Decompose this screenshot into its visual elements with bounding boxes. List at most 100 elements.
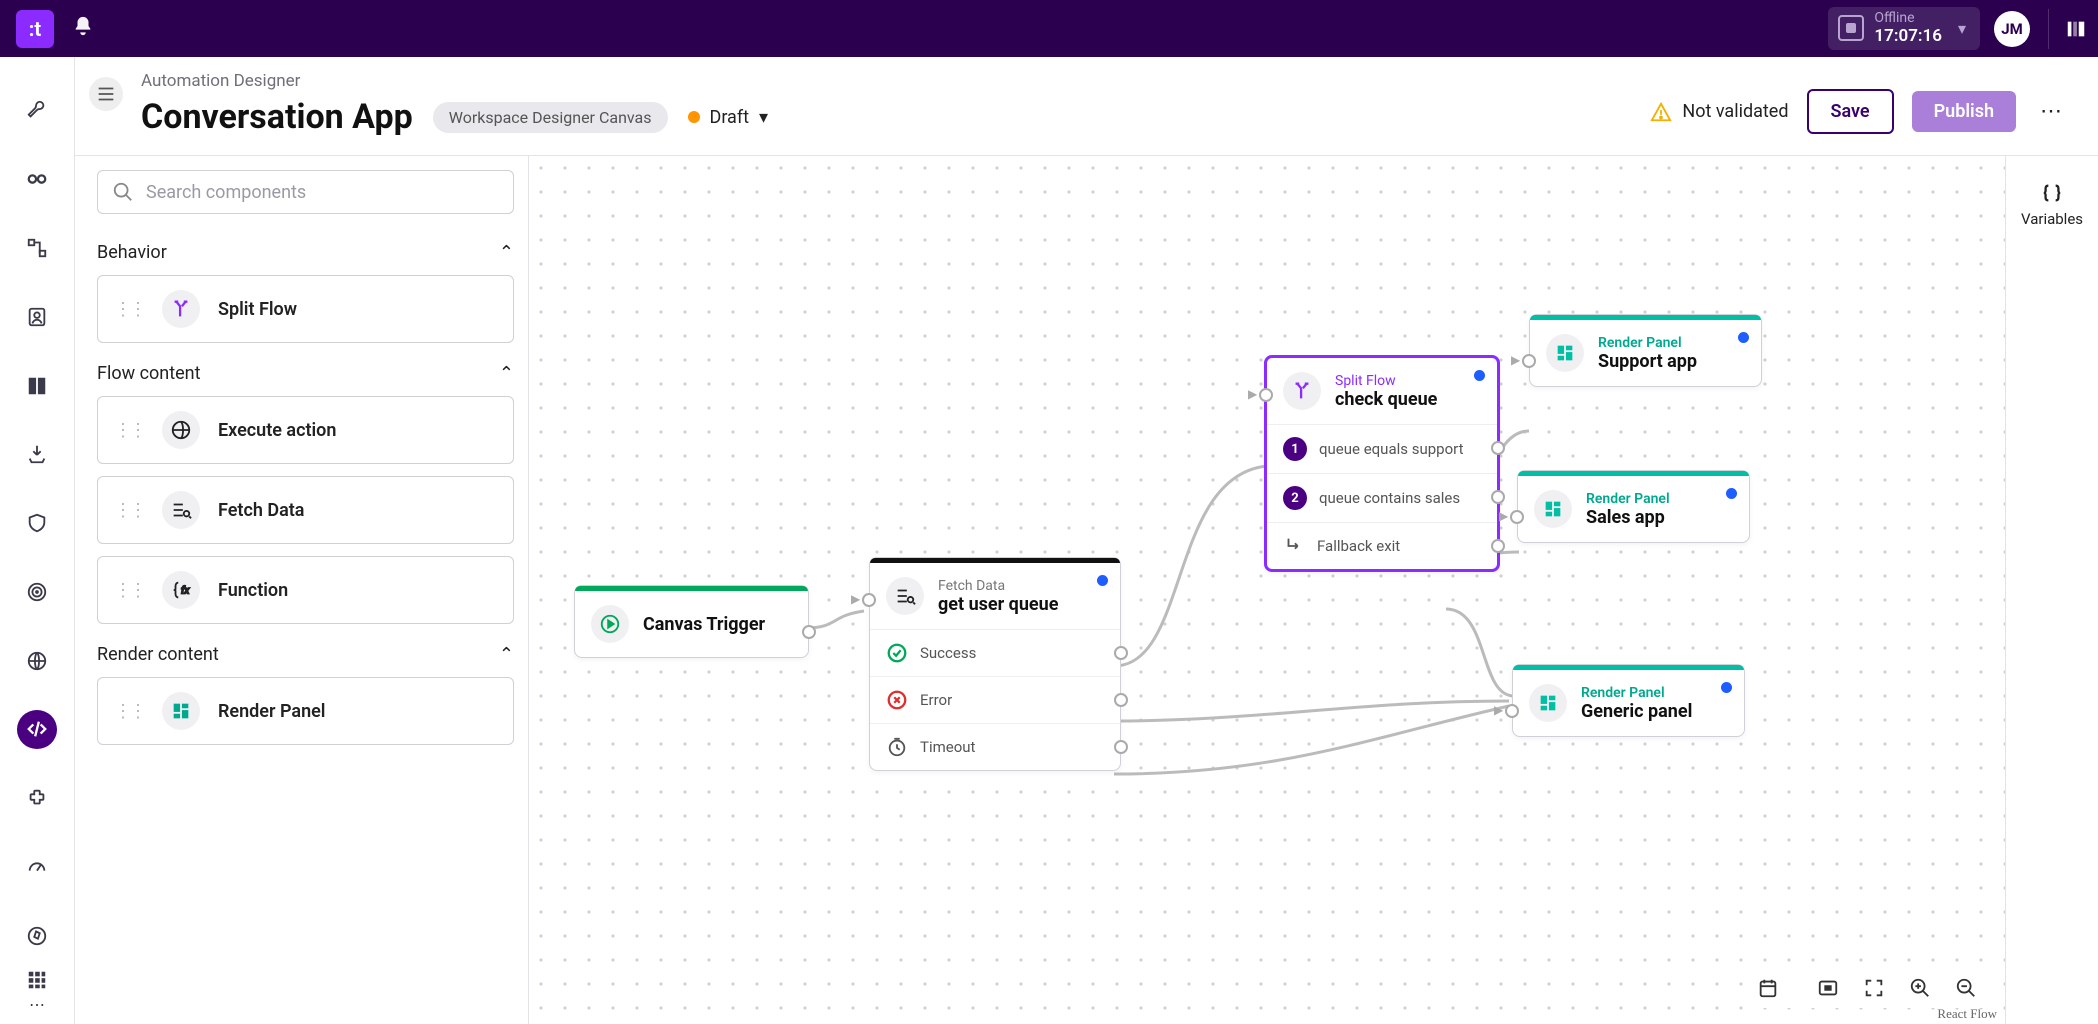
split-rule-2: 2 queue contains sales xyxy=(1267,473,1497,522)
rail-item-layout[interactable] xyxy=(17,366,57,405)
rail-item-link[interactable] xyxy=(17,160,57,199)
svg-text:fx: fx xyxy=(181,585,189,597)
drag-handle-icon: ⋮⋮ xyxy=(114,580,144,601)
node-render-sales[interactable]: Render Panel Sales app xyxy=(1517,470,1750,543)
component-name: Split Flow xyxy=(218,299,297,320)
node-type: Render Panel xyxy=(1581,685,1692,701)
app-logo[interactable]: :t xyxy=(16,10,54,48)
drag-handle-icon: ⋮⋮ xyxy=(114,420,144,441)
outcome-label: Timeout xyxy=(920,738,975,756)
save-button[interactable]: Save xyxy=(1807,89,1894,134)
fetch-icon xyxy=(886,577,924,615)
presence-pill[interactable]: Offline 17:07:16 ▾ xyxy=(1828,7,1980,49)
group-label: Behavior xyxy=(97,242,167,263)
chevron-down-icon: ▾ xyxy=(1958,19,1966,38)
rule-label: queue equals support xyxy=(1319,440,1463,458)
node-type: Render Panel xyxy=(1598,335,1697,351)
component-name: Function xyxy=(218,580,288,601)
render-panel-icon xyxy=(1546,334,1584,372)
page-header: Automation Designer Conversation App Wor… xyxy=(75,57,2098,156)
canvas[interactable]: Canvas Trigger Fetch Data get user queue… xyxy=(529,156,2005,1024)
globe-icon xyxy=(162,411,200,449)
rail-item-code[interactable] xyxy=(17,710,57,749)
component-function[interactable]: ⋮⋮ fx Function xyxy=(97,556,514,624)
panel-toggle-icon[interactable] xyxy=(2048,9,2088,49)
search-input[interactable] xyxy=(146,182,499,203)
outcome-timeout: Timeout xyxy=(870,723,1120,770)
zoom-in-button[interactable] xyxy=(1897,968,1943,1008)
rail-item-shield[interactable] xyxy=(17,504,57,543)
validation-label: Not validated xyxy=(1682,101,1788,122)
outcome-label: Success xyxy=(920,644,976,662)
node-canvas-trigger[interactable]: Canvas Trigger xyxy=(574,585,809,658)
avatar[interactable]: JM xyxy=(1994,11,2030,47)
node-fetch-data[interactable]: Fetch Data get user queue Success Error … xyxy=(869,557,1121,771)
variables-panel-toggle[interactable]: Variables xyxy=(2005,156,2098,1024)
rail-item-compass[interactable] xyxy=(17,916,57,955)
rail-item-contact[interactable] xyxy=(17,297,57,336)
rail-item-globe[interactable] xyxy=(17,641,57,680)
calendar-button[interactable] xyxy=(1745,968,1791,1008)
error-icon xyxy=(886,689,908,711)
left-rail: ⋯ xyxy=(0,57,75,1024)
chevron-up-icon: ⌃ xyxy=(499,644,514,665)
node-type: Render Panel xyxy=(1586,491,1670,507)
variables-label: Variables xyxy=(2021,210,2083,228)
more-menu-button[interactable]: ⋯ xyxy=(2034,99,2068,124)
publish-button[interactable]: Publish xyxy=(1912,91,2016,132)
group-header-render-content[interactable]: Render content ⌃ xyxy=(97,644,514,665)
timeout-icon xyxy=(886,736,908,758)
fit-view-button[interactable] xyxy=(1805,968,1851,1008)
outcome-label: Error xyxy=(920,691,952,709)
zoom-out-button[interactable] xyxy=(1943,968,1989,1008)
rail-item-download[interactable] xyxy=(17,435,57,474)
play-icon xyxy=(591,605,629,643)
rail-item-customize[interactable] xyxy=(17,91,57,130)
component-fetch-data[interactable]: ⋮⋮ Fetch Data xyxy=(97,476,514,544)
status-dot-icon xyxy=(1721,682,1732,693)
attribution: React Flow xyxy=(1937,1006,1997,1022)
rail-item-gauge[interactable] xyxy=(17,848,57,887)
status-dot-icon xyxy=(1474,370,1485,381)
group-header-behavior[interactable]: Behavior ⌃ xyxy=(97,242,514,263)
rail-item-puzzle[interactable] xyxy=(17,779,57,818)
component-render-panel[interactable]: ⋮⋮ Render Panel xyxy=(97,677,514,745)
drag-handle-icon: ⋮⋮ xyxy=(114,701,144,722)
outcome-success: Success xyxy=(870,629,1120,676)
status-dropdown[interactable]: Draft ▾ xyxy=(688,107,769,128)
render-panel-icon xyxy=(1529,684,1567,722)
render-panel-icon xyxy=(1534,490,1572,528)
node-title: Support app xyxy=(1598,351,1697,372)
drag-handle-icon: ⋮⋮ xyxy=(114,500,144,521)
split-flow-icon xyxy=(1283,372,1321,410)
canvas-controls xyxy=(1745,968,1989,1008)
topbar: :t Offline 17:07:16 ▾ JM xyxy=(0,0,2098,57)
fullscreen-button[interactable] xyxy=(1851,968,1897,1008)
status-dot-icon xyxy=(1097,575,1108,586)
rail-item-fingerprint[interactable] xyxy=(17,572,57,611)
node-render-support[interactable]: Render Panel Support app xyxy=(1529,314,1762,387)
component-name: Execute action xyxy=(218,420,336,441)
chevron-up-icon: ⌃ xyxy=(499,242,514,263)
rail-item-flow[interactable] xyxy=(17,229,57,268)
group-header-flow-content[interactable]: Flow content ⌃ xyxy=(97,363,514,384)
component-split-flow[interactable]: ⋮⋮ Split Flow xyxy=(97,275,514,343)
node-split-flow[interactable]: Split Flow check queue 1 queue equals su… xyxy=(1264,355,1500,572)
rule-number-badge: 2 xyxy=(1283,486,1307,510)
split-fallback: Fallback exit xyxy=(1267,522,1497,569)
node-title: check queue xyxy=(1335,389,1437,410)
breadcrumb: Automation Designer xyxy=(141,71,768,91)
warning-icon xyxy=(1650,101,1672,123)
rail-item-apps[interactable] xyxy=(17,960,57,1000)
notifications-icon[interactable] xyxy=(72,15,94,43)
search-input-wrap[interactable] xyxy=(97,170,514,214)
group-label: Render content xyxy=(97,644,219,665)
collapse-sidebar-button[interactable] xyxy=(89,77,123,111)
rule-label: queue contains sales xyxy=(1319,489,1460,507)
fallback-label: Fallback exit xyxy=(1317,537,1400,555)
function-icon: fx xyxy=(162,571,200,609)
component-execute-action[interactable]: ⋮⋮ Execute action xyxy=(97,396,514,464)
group-label: Flow content xyxy=(97,363,200,384)
component-name: Render Panel xyxy=(218,701,325,722)
node-render-generic[interactable]: Render Panel Generic panel xyxy=(1512,664,1745,737)
